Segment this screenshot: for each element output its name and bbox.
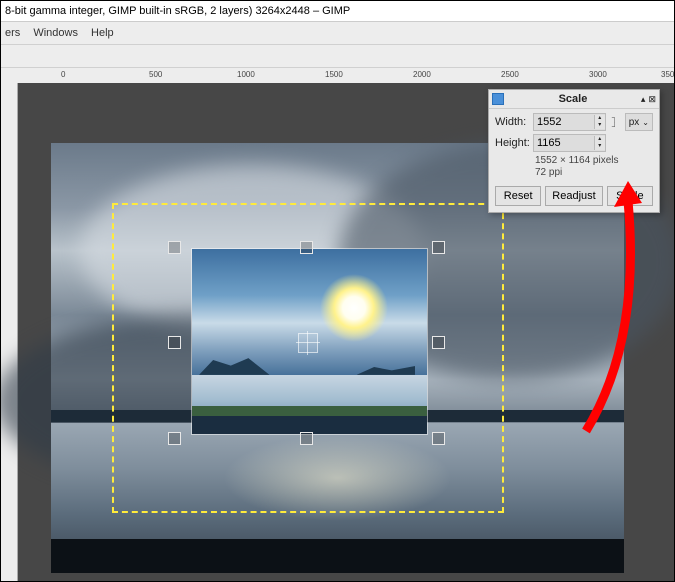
reset-button[interactable]: Reset (495, 186, 541, 206)
menu-bar: ers Windows Help (1, 22, 674, 45)
scale-handle-bm[interactable] (300, 432, 313, 445)
width-label: Width: (495, 116, 533, 128)
unit-select[interactable]: px⌄ (625, 113, 653, 131)
menu-filters[interactable]: ers (5, 27, 20, 39)
scale-center[interactable] (298, 333, 318, 353)
ruler-vertical (1, 83, 18, 581)
scale-dialog-icon (492, 93, 504, 105)
scale-handle-br[interactable] (432, 432, 445, 445)
gimp-window: 8-bit gamma integer, GIMP built-in sRGB,… (0, 0, 675, 582)
scale-info-size: 1552 × 1164 pixels (535, 155, 653, 167)
height-label: Height: (495, 137, 533, 149)
scale-dialog: Scale ▴ ⊠ Width: ▴▾ Height: (488, 89, 660, 213)
readjust-button[interactable]: Readjust (545, 186, 602, 206)
scale-handle-mr[interactable] (432, 336, 445, 349)
chain-link-icon[interactable]: ┐┘ (609, 113, 621, 131)
scale-info-ppi: 72 ppi (535, 167, 653, 179)
scale-dialog-title: Scale (508, 93, 638, 105)
dialog-minimize-icon[interactable]: ▴ (641, 94, 646, 105)
width-input[interactable]: ▴▾ (533, 113, 606, 131)
scale-handle-tl[interactable] (168, 241, 181, 254)
scale-handle-bl[interactable] (168, 432, 181, 445)
dialog-close-icon[interactable]: ⊠ (648, 94, 656, 105)
scale-handle-tm[interactable] (300, 241, 313, 254)
menu-help[interactable]: Help (91, 27, 114, 39)
scale-handle-tr[interactable] (432, 241, 445, 254)
menu-windows[interactable]: Windows (33, 27, 78, 39)
window-title: 8-bit gamma integer, GIMP built-in sRGB,… (1, 1, 674, 22)
scale-button[interactable]: Scale (607, 186, 653, 206)
chevron-down-icon: ⌄ (642, 118, 649, 127)
height-input[interactable]: ▴▾ (533, 134, 606, 152)
scale-handle-ml[interactable] (168, 336, 181, 349)
toolbar (1, 45, 674, 68)
